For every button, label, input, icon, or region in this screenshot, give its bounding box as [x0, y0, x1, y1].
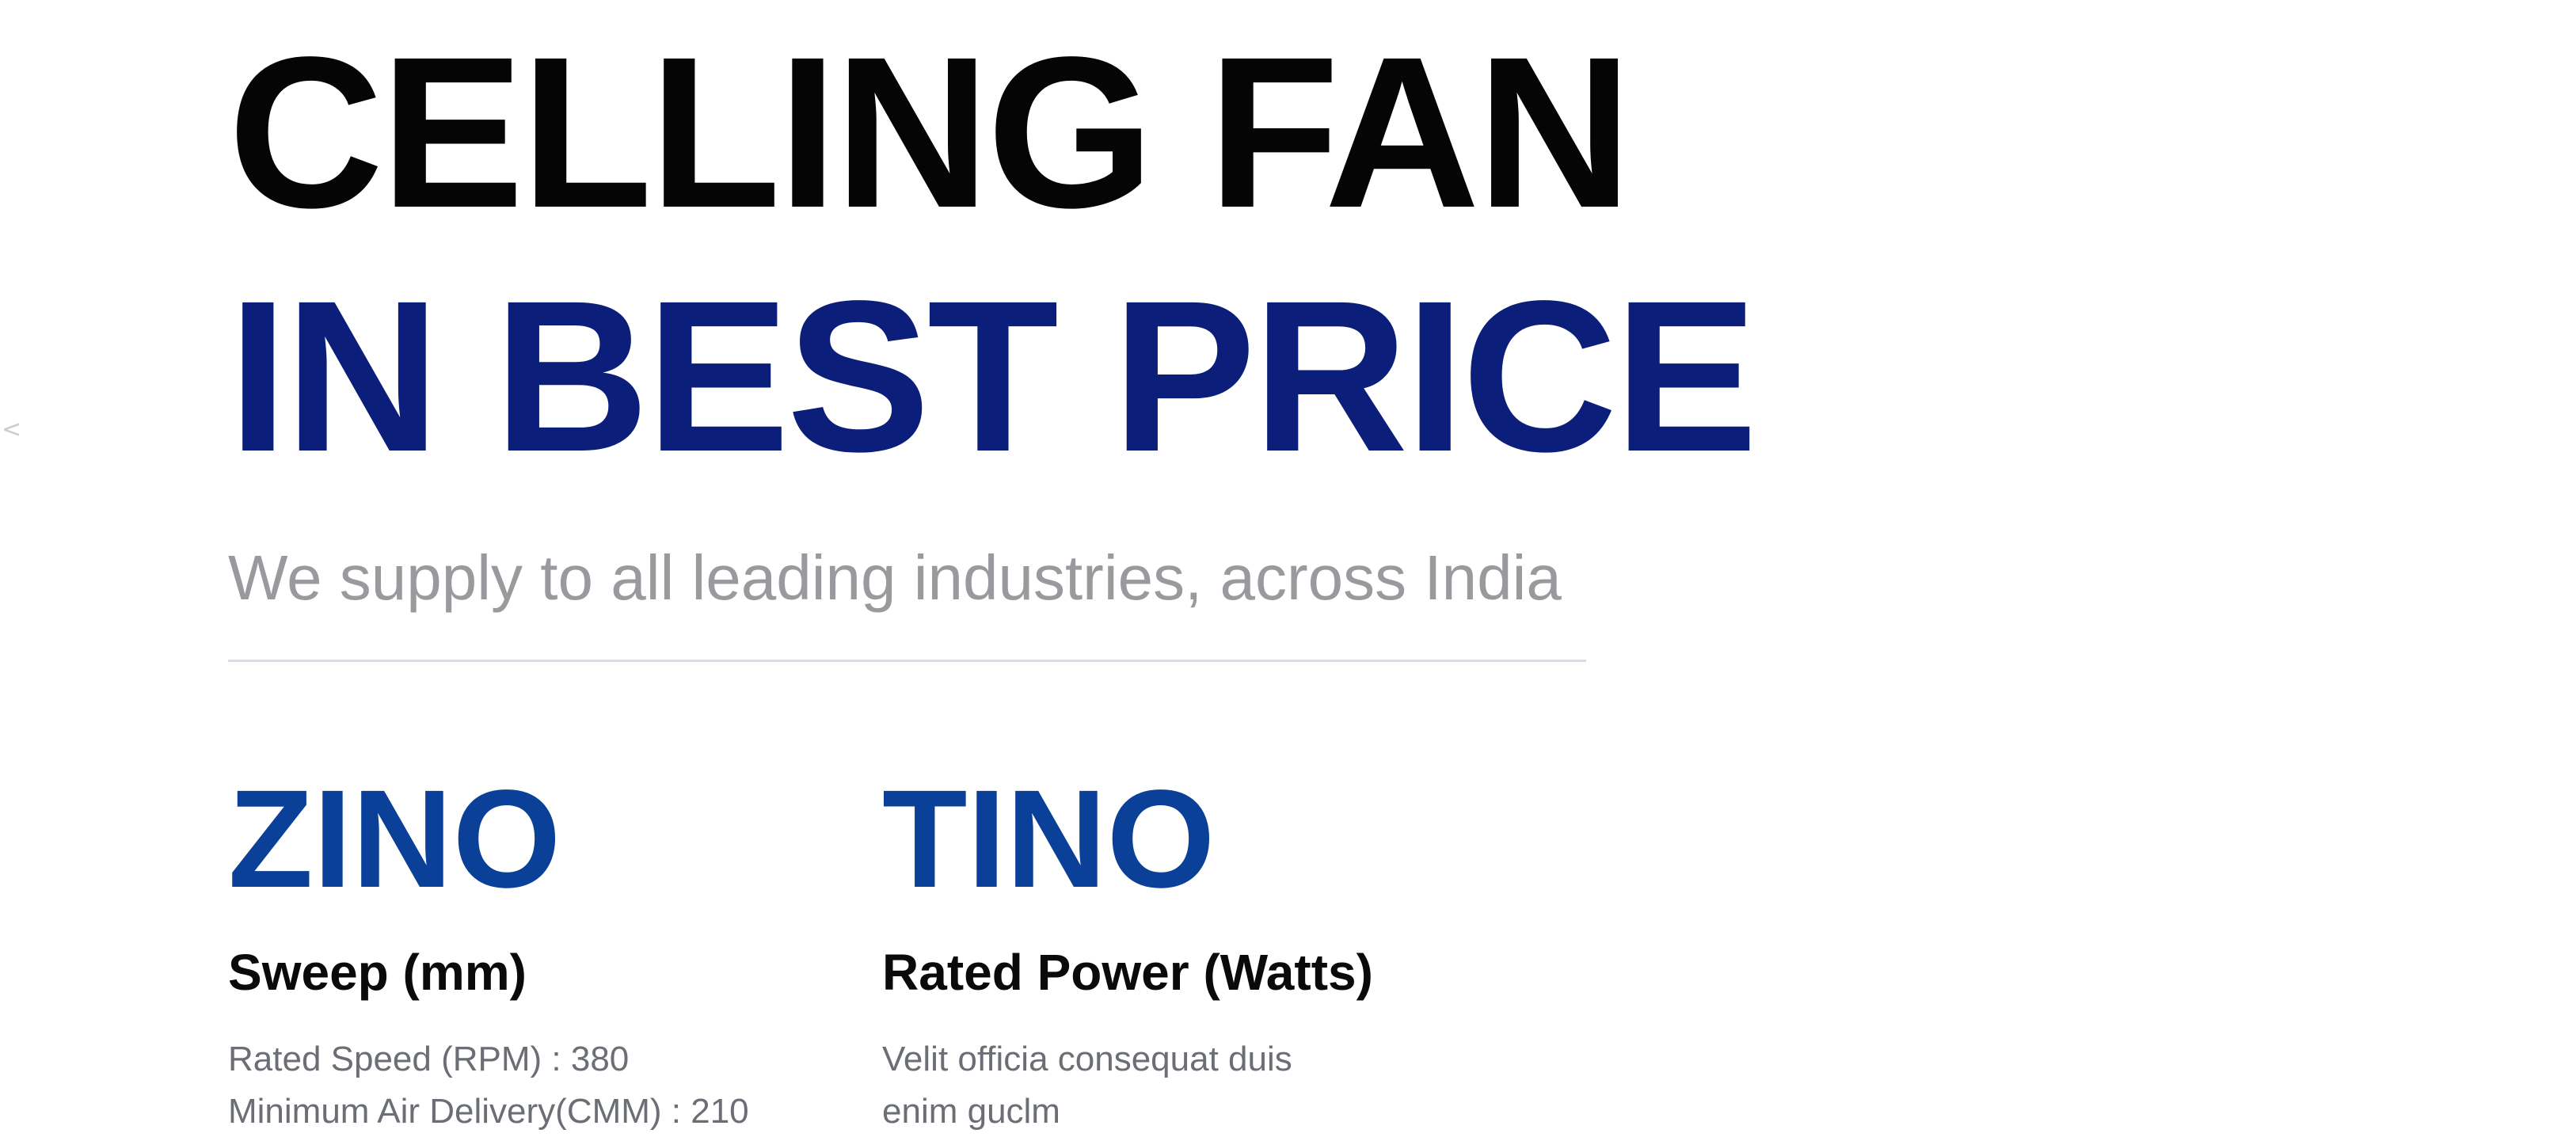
hero-subtitle: We supply to all leading industries, acr…: [228, 542, 1562, 613]
previous-arrow-icon[interactable]: <: [2, 418, 21, 442]
page: < CELLING FAN IN BEST PRICE We supply to…: [0, 0, 2576, 1137]
spec-line: Minimum Air Delivery(CMM) : 210: [228, 1092, 749, 1131]
spec-line: Rated Speed (RPM) : 380: [228, 1040, 630, 1078]
spec-heading: Sweep (mm): [228, 944, 527, 1001]
headline-line-1: CELLING FAN: [228, 12, 1632, 253]
product-card-zino: ZINO Sweep (mm) Rated Speed (RPM) : 380 …: [228, 760, 749, 1131]
spec-line: enim guclm: [882, 1092, 1060, 1131]
spec-list: Velit officia consequat duis enim guclm: [882, 1033, 1292, 1137]
product-name: TINO: [882, 762, 1216, 917]
headline-line-2: IN BEST PRICE: [228, 256, 1758, 496]
spec-list: Rated Speed (RPM) : 380 Minimum Air Deli…: [228, 1033, 749, 1137]
section-divider: [228, 660, 1586, 662]
product-card-tino: TINO Rated Power (Watts) Velit officia c…: [882, 760, 1373, 1131]
spec-line: Velit officia consequat duis: [882, 1040, 1292, 1078]
product-name: ZINO: [228, 762, 561, 917]
spec-heading: Rated Power (Watts): [882, 944, 1373, 1001]
